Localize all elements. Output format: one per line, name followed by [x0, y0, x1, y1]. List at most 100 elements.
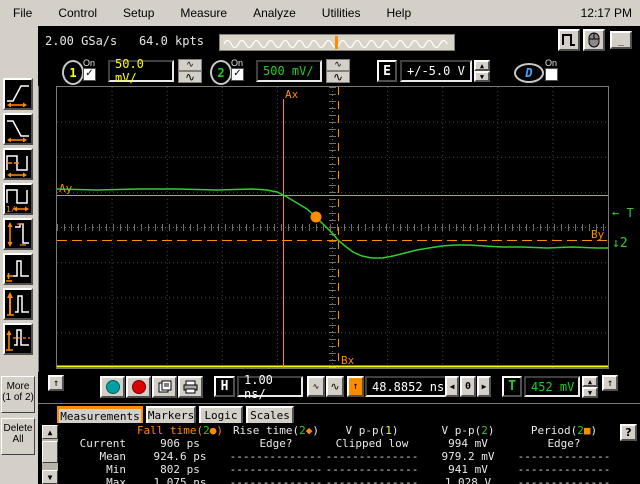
trigger-button[interactable]: T	[502, 376, 522, 397]
graticule-grid	[57, 87, 608, 368]
pulse-width-button[interactable]	[3, 148, 33, 180]
measurement-sidebar: 1/	[0, 26, 39, 484]
arrow-right-icon: ▶	[482, 382, 487, 391]
oscilloscope-app: File Control Setup Measure Analyze Utili…	[0, 0, 640, 484]
channel-controls-row: 1 On ✓ 50.0 mV/ ∿ ∿ 2 On ✓ 500 mV/ ∿ ∿ E…	[38, 56, 640, 86]
cell: --------------	[324, 450, 420, 463]
horizontal-button[interactable]: H	[214, 376, 235, 397]
waveform-preview-icon	[220, 35, 454, 50]
cell: 1.028 V	[420, 476, 516, 484]
mouse-mode-button[interactable]	[583, 29, 605, 51]
sine-small-icon: ∿	[186, 60, 194, 70]
sine-large-icon: ∿	[333, 70, 343, 84]
stop-button[interactable]	[126, 376, 151, 398]
preview-position-marker	[335, 36, 338, 49]
cell: Edge?	[516, 437, 612, 450]
more-sublabel: (1 of 2)	[2, 392, 34, 403]
level-up-button[interactable]: ▲	[582, 376, 598, 387]
menu-help[interactable]: Help	[373, 6, 424, 20]
delete-all-button[interactable]: Delete All	[1, 418, 35, 455]
pulse-mode-button[interactable]	[558, 29, 580, 51]
vavg-button[interactable]	[3, 323, 33, 355]
external-trigger-button[interactable]: E	[377, 60, 397, 82]
digital-on-checkbox[interactable]	[545, 68, 558, 81]
spin-down-button[interactable]: ▼	[474, 71, 490, 82]
menu-file[interactable]: File	[0, 6, 45, 20]
clock: 12:17 PM	[581, 6, 640, 20]
frequency-button[interactable]: 1/	[3, 183, 33, 215]
waveform-display[interactable]: Ax Bx Ay By	[56, 86, 609, 369]
delete-all-label1: Delete	[2, 423, 34, 434]
minimize-button[interactable]: _	[610, 31, 632, 49]
channel-2-on-checkbox[interactable]: ✓	[231, 68, 244, 81]
up-arrow-icon: ↑	[607, 378, 613, 389]
run-button[interactable]	[100, 376, 125, 398]
position-right-button[interactable]: ▶	[477, 376, 491, 397]
timebase-fine-button[interactable]: ∿	[307, 376, 325, 397]
menu-utilities[interactable]: Utilities	[309, 6, 374, 20]
spin-up-button[interactable]: ▲	[474, 60, 490, 71]
arrow-up-button-right[interactable]: ↑	[602, 375, 618, 391]
waveform-preview-bar[interactable]	[219, 34, 455, 51]
cell: 924.6 ps	[132, 450, 228, 463]
scroll-up-button[interactable]: ▲	[42, 425, 58, 439]
row-label-min: Min	[60, 463, 132, 476]
print-button[interactable]	[178, 376, 203, 398]
channel-2-coarse-scale-button[interactable]: ∿	[326, 71, 350, 83]
measurements-scrollbar[interactable]: ▲ ▼	[42, 425, 58, 484]
channel-1-badge[interactable]: 1	[62, 60, 84, 85]
tab-scales[interactable]: Scales	[246, 406, 294, 423]
menu-setup[interactable]: Setup	[110, 6, 167, 20]
position-zero-button[interactable]: 0	[460, 376, 476, 397]
external-trigger-range-display[interactable]: +/-5.0 V	[400, 60, 472, 82]
scroll-thumb[interactable]	[42, 441, 58, 463]
digital-channel-badge[interactable]: D	[514, 63, 544, 83]
rise-time-button[interactable]	[3, 78, 33, 110]
scroll-down-button[interactable]: ▼	[42, 470, 58, 484]
tab-measurements[interactable]: Measurements	[57, 406, 143, 423]
acquisition-status: 2.00 GSa/s 64.0 kpts	[45, 34, 204, 48]
col-header-fall-time: Fall time(2●)	[132, 424, 228, 437]
cell: 906 ps	[132, 437, 228, 450]
measurements-table: Fall time(2●) Rise time(2◆) V p-p(1) V p…	[60, 424, 612, 484]
cell: Clipped low	[324, 437, 420, 450]
frequency-icon: 1/	[5, 186, 31, 212]
more-button[interactable]: More (1 of 2)	[1, 376, 35, 413]
row-label-mean: Mean	[60, 450, 132, 463]
vmax-button[interactable]	[3, 288, 33, 320]
arrow-left-icon: ◀	[450, 382, 455, 391]
tab-markers[interactable]: Markers	[146, 406, 196, 423]
sample-rate: 2.00 GSa/s	[45, 34, 117, 48]
menu-analyze[interactable]: Analyze	[240, 6, 309, 20]
fall-time-button[interactable]	[3, 113, 33, 145]
channel-2-badge[interactable]: 2	[210, 60, 232, 85]
menu-control[interactable]: Control	[45, 6, 110, 20]
tab-logic[interactable]: Logic	[199, 406, 243, 423]
cell: 979.2 mV	[420, 450, 516, 463]
vpp-button[interactable]	[3, 218, 33, 250]
sine-large-icon: ∿	[185, 70, 195, 84]
marker-dot[interactable]	[311, 212, 322, 223]
level-down-button[interactable]: ▼	[582, 387, 598, 398]
channel-1-scale-display[interactable]: 50.0 mV/	[108, 60, 174, 82]
menu-measure[interactable]: Measure	[167, 6, 240, 20]
cell: --------------	[228, 450, 324, 463]
horizontal-position-display[interactable]: 48.8852 ns	[365, 376, 457, 397]
timebase-display[interactable]: 1.00 ns/	[237, 376, 303, 397]
channel-2-scale-display[interactable]: 500 mV/	[256, 60, 322, 82]
corner-cell	[60, 424, 132, 437]
trigger-position-button[interactable]: ↑	[347, 376, 364, 397]
channel-1-on-checkbox[interactable]: ✓	[83, 68, 96, 81]
copy-screen-button[interactable]	[152, 376, 177, 398]
digital-on-label: On	[545, 58, 557, 68]
horizontal-trigger-row: ↑ H 1.00 ns/ ∿ ∿ ↑ 48.8852 ns ◀	[38, 372, 640, 403]
arrow-up-button-left[interactable]: ↑	[48, 375, 64, 391]
position-left-button[interactable]: ◀	[445, 376, 459, 397]
help-button[interactable]: ?	[620, 424, 637, 441]
vmin-button[interactable]	[3, 253, 33, 285]
spin-up-icon: ▲	[48, 428, 53, 437]
sine-small-icon: ∿	[334, 60, 342, 70]
timebase-coarse-button[interactable]: ∿	[326, 376, 344, 397]
trigger-level-display[interactable]: 452 mV	[524, 376, 580, 397]
channel-1-coarse-scale-button[interactable]: ∿	[178, 71, 202, 83]
